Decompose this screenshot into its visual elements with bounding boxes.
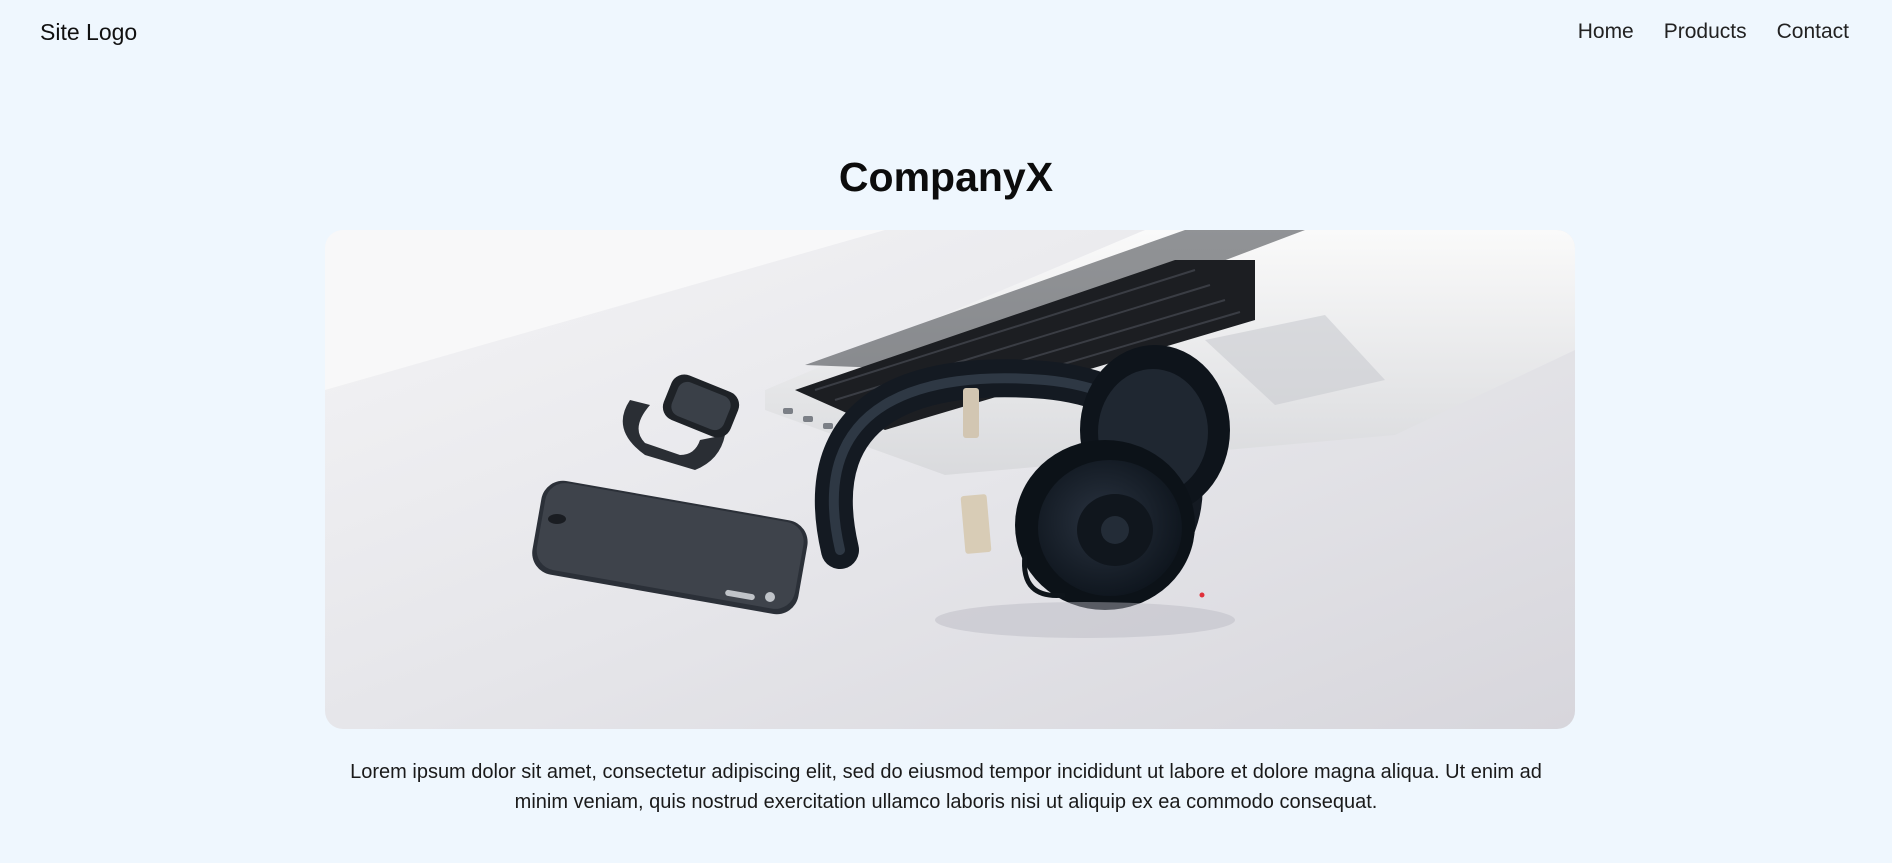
site-header: Site Logo Home Products Contact <box>0 0 1892 64</box>
nav-link-products[interactable]: Products <box>1664 20 1747 44</box>
page-title: CompanyX <box>838 154 1054 200</box>
description-text: Lorem ipsum dolor sit amet, consectetur … <box>350 761 1542 813</box>
nav-link-contact[interactable]: Contact <box>1777 20 1849 44</box>
main-nav: Home Products Contact <box>1578 20 1849 44</box>
site-logo[interactable]: Site Logo <box>40 19 137 46</box>
hero-image <box>325 230 1575 729</box>
nav-link-home[interactable]: Home <box>1578 20 1634 44</box>
